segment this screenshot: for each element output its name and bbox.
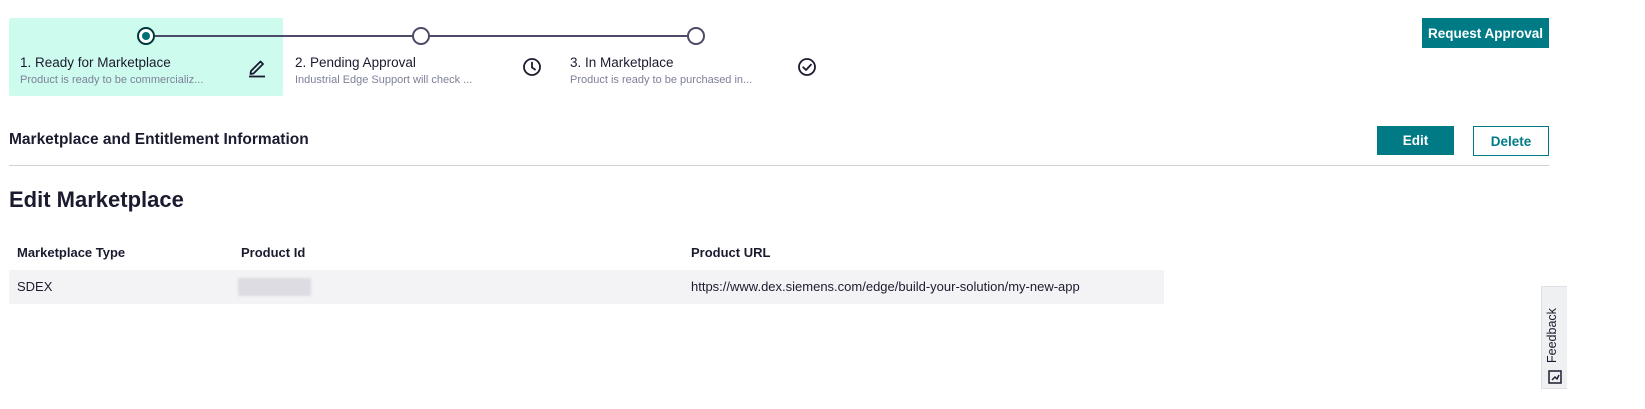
check-circle-icon — [796, 56, 818, 78]
redacted-product-id — [238, 278, 311, 296]
cell-product-url: https://www.dex.siemens.com/edge/build-y… — [691, 279, 1080, 294]
step-description: Product is ready to be purchased in... — [570, 74, 753, 86]
step-connector — [154, 35, 418, 37]
step-description: Product is ready to be commercializ... — [20, 74, 204, 86]
cell-marketplace-type: SDEX — [17, 279, 53, 294]
step-title: 2. Pending Approval — [295, 55, 416, 70]
feedback-label: Feedback — [1545, 308, 1559, 363]
step-title: 3. In Marketplace — [570, 55, 674, 70]
table-row: SDEX https://www.dex.siemens.com/edge/bu… — [9, 270, 1164, 304]
table-header: Marketplace Type Product Id Product URL — [9, 236, 1164, 270]
request-approval-button[interactable]: Request Approval — [1422, 18, 1549, 48]
step-description: Industrial Edge Support will check ... — [295, 74, 473, 86]
step-connector — [429, 35, 693, 37]
progress-stepper: 1. Ready for Marketplace Product is read… — [9, 18, 879, 96]
clock-icon — [521, 56, 543, 78]
page-title: Edit Marketplace — [9, 187, 184, 212]
column-header-marketplace-type: Marketplace Type — [17, 245, 126, 260]
delete-button[interactable]: Delete — [1473, 126, 1549, 156]
step-node — [687, 27, 705, 45]
edit-button[interactable]: Edit — [1377, 126, 1454, 155]
column-header-product-id: Product Id — [241, 245, 306, 260]
column-header-product-url: Product URL — [691, 245, 771, 260]
step-node — [412, 27, 430, 45]
step-title: 1. Ready for Marketplace — [20, 55, 171, 70]
feedback-tab[interactable]: Feedback — [1541, 286, 1567, 389]
section-title: Marketplace and Entitlement Information — [9, 131, 309, 148]
marketplace-table: Marketplace Type Product Id Product URL … — [9, 236, 1164, 304]
step-node-current — [137, 27, 155, 45]
feedback-icon — [1547, 369, 1563, 385]
pencil-icon — [246, 56, 268, 78]
section-divider — [9, 165, 1549, 166]
